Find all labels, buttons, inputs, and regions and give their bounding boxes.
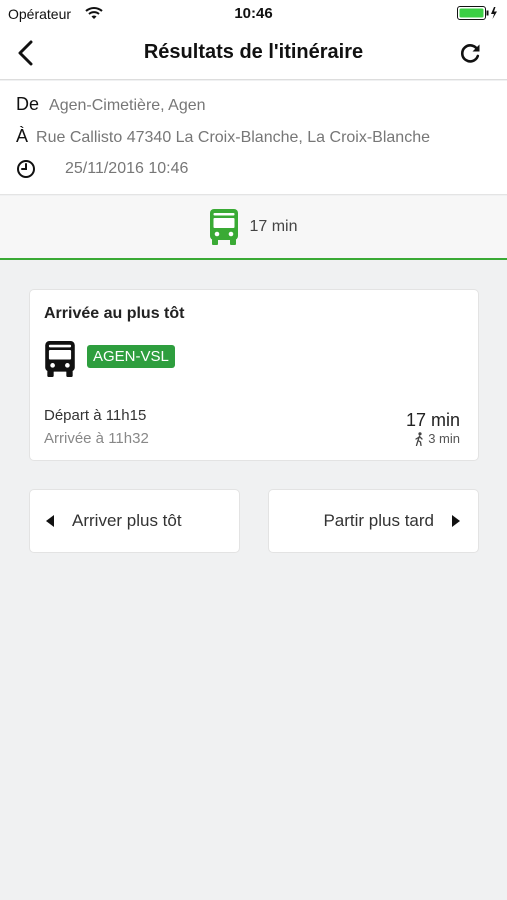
bus-icon [44, 340, 76, 383]
datetime-row: 25/11/2016 10:46 [16, 159, 188, 179]
tab-bus[interactable]: 17 min [0, 196, 507, 260]
status-bar: Opérateur 10:46 [0, 0, 507, 28]
walk-duration-row: 3 min [414, 431, 460, 446]
origin-row: De Agen-Cimetière, Agen [16, 94, 206, 115]
arrive-earlier-label: Arriver plus tôt [72, 511, 182, 530]
walk-icon [415, 431, 423, 446]
bus-icon [210, 209, 239, 245]
itinerary-duration: 17 min [405, 410, 460, 430]
walk-duration: 3 min [428, 431, 460, 446]
page-title: Résultats de l'itinéraire [143, 41, 364, 63]
departure-time: Départ à 11h15 [44, 407, 147, 424]
battery-icon [457, 6, 499, 25]
triangle-left-icon [46, 515, 54, 527]
refresh-button[interactable] [455, 38, 485, 68]
destination-value: Rue Callisto 47340 La Croix-Blanche, La … [36, 129, 430, 146]
status-time: 10:46 [234, 5, 273, 22]
leave-later-label: Partir plus tard [323, 511, 434, 530]
tab-duration: 17 min [249, 218, 298, 235]
clock-icon [17, 160, 35, 178]
route-summary: De Agen-Cimetière, Agen À Rue Callisto 4… [0, 81, 507, 195]
origin-label: De [16, 94, 40, 114]
itinerary-heading: Arrivée au plus tôt [44, 305, 185, 322]
arrival-time: Arrivée à 11h32 [44, 430, 149, 447]
arrive-earlier-button[interactable]: Arriver plus tôt [29, 489, 240, 553]
origin-value: Agen-Cimetière, Agen [49, 97, 206, 114]
destination-row: À Rue Callisto 47340 La Croix-Blanche, L… [16, 126, 430, 147]
datetime-value: 25/11/2016 10:46 [65, 160, 189, 177]
triangle-right-icon [452, 515, 460, 527]
refresh-icon [460, 44, 480, 63]
destination-label: À [16, 126, 29, 146]
nav-bar: Résultats de l'itinéraire [0, 28, 507, 80]
leave-later-button[interactable]: Partir plus tard [268, 489, 479, 553]
itinerary-card[interactable]: Arrivée au plus tôt AGEN-VSL Départ à 11… [29, 289, 479, 461]
line-badge: AGEN-VSL [87, 345, 175, 368]
